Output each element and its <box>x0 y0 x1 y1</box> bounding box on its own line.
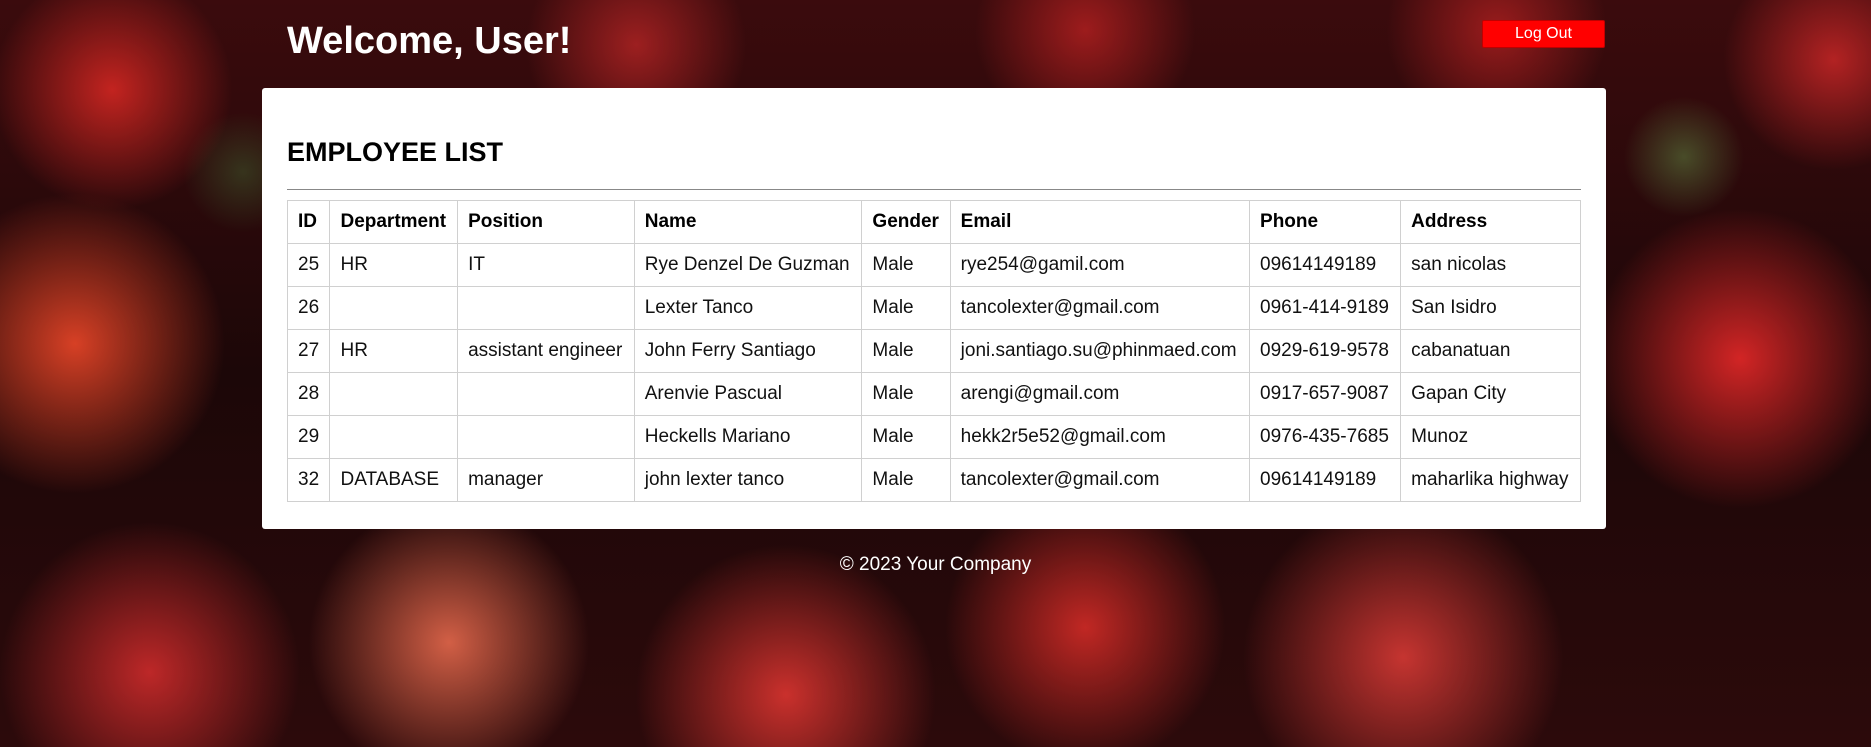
column-header-gender: Gender <box>861 200 951 244</box>
cell-department: HR <box>329 243 459 287</box>
title-divider <box>287 189 1581 190</box>
cell-address: cabanatuan <box>1400 329 1581 373</box>
cell-position <box>457 415 635 459</box>
column-header-department: Department <box>329 200 459 244</box>
cell-phone: 09614149189 <box>1249 458 1402 502</box>
logout-button[interactable]: Log Out <box>1482 20 1605 48</box>
cell-id: 29 <box>286 415 331 459</box>
cell-position: IT <box>457 243 635 287</box>
table-header: ID Department Position Name Gender Email Phone… <box>286 200 1581 244</box>
cell-phone: 09614149189 <box>1249 243 1402 287</box>
cell-id: 25 <box>286 243 331 287</box>
table-row: 32 DATABASE manager john lexter tanco Male ta… <box>286 458 1581 502</box>
cell-position: assistant engineer <box>457 329 635 373</box>
cell-email: joni.santiago.su@phinmaed.com <box>949 329 1251 373</box>
employee-list-title: EMPLOYEE LIST <box>287 137 504 167</box>
cell-name: john lexter tanco <box>633 458 863 502</box>
cell-address: Gapan City <box>1400 372 1581 416</box>
cell-department: DATABASE <box>329 458 459 502</box>
employee-table: ID Department Position Name Gender Email Phone… <box>286 200 1581 502</box>
cell-gender: Male <box>861 243 951 287</box>
cell-gender: Male <box>861 372 951 416</box>
cell-id: 27 <box>286 329 331 373</box>
cell-id: 26 <box>286 286 331 330</box>
table-row: 27 HR assistant engineer John Ferry Santiag… <box>286 329 1581 373</box>
cell-department <box>329 372 459 416</box>
employee-list-panel: EMPLOYEE LIST ID Department Position Name Ge… <box>262 88 1606 529</box>
column-header-position: Position <box>457 200 635 244</box>
cell-phone: 0961-414-9189 <box>1249 286 1402 330</box>
column-header-id: ID <box>286 200 331 244</box>
column-header-phone: Phone <box>1249 200 1402 244</box>
cell-email: tancolexter@gmail.com <box>949 286 1251 330</box>
cell-position: manager <box>457 458 635 502</box>
cell-email: rye254@gamil.com <box>949 243 1251 287</box>
cell-position <box>457 286 635 330</box>
cell-name: John Ferry Santiago <box>633 329 863 373</box>
table-row: 29 Heckells Mariano Male hekk2r5e52@gmail.c… <box>286 415 1581 459</box>
cell-gender: Male <box>861 329 951 373</box>
table-row: 25 HR IT Rye Denzel De Guzman Male rye254@gam… <box>286 243 1581 287</box>
column-header-name: Name <box>633 200 863 244</box>
cell-email: arengi@gmail.com <box>949 372 1251 416</box>
table-header-row: ID Department Position Name Gender Email Phone… <box>286 200 1581 244</box>
cell-gender: Male <box>861 458 951 502</box>
cell-id: 32 <box>286 458 331 502</box>
column-header-address: Address <box>1400 200 1581 244</box>
cell-name: Heckells Mariano <box>633 415 863 459</box>
cell-id: 28 <box>286 372 331 416</box>
table-row: 28 Arenvie Pascual Male arengi@gmail.com 091… <box>286 372 1581 416</box>
cell-name: Lexter Tanco <box>633 286 863 330</box>
table-body: 25 HR IT Rye Denzel De Guzman Male rye254@gam… <box>286 243 1581 502</box>
cell-department <box>329 286 459 330</box>
cell-name: Arenvie Pascual <box>633 372 863 416</box>
cell-phone: 0976-435-7685 <box>1249 415 1402 459</box>
footer-copyright: © 2023 Your Company <box>839 554 1032 575</box>
page-header: Welcome, User! Log Out <box>287 16 1605 66</box>
cell-department <box>329 415 459 459</box>
cell-department: HR <box>329 329 459 373</box>
cell-address: san nicolas <box>1400 243 1581 287</box>
cell-email: hekk2r5e52@gmail.com <box>949 415 1251 459</box>
table-row: 26 Lexter Tanco Male tancolexter@gmail.com 0… <box>286 286 1581 330</box>
cell-position <box>457 372 635 416</box>
cell-name: Rye Denzel De Guzman <box>633 243 863 287</box>
cell-email: tancolexter@gmail.com <box>949 458 1251 502</box>
column-header-email: Email <box>949 200 1251 244</box>
cell-address: San Isidro <box>1400 286 1581 330</box>
cell-phone: 0917-657-9087 <box>1249 372 1402 416</box>
cell-gender: Male <box>861 286 951 330</box>
cell-phone: 0929-619-9578 <box>1249 329 1402 373</box>
cell-gender: Male <box>861 415 951 459</box>
cell-address: Munoz <box>1400 415 1581 459</box>
welcome-heading: Welcome, User! <box>287 20 572 62</box>
cell-address: maharlika highway <box>1400 458 1581 502</box>
